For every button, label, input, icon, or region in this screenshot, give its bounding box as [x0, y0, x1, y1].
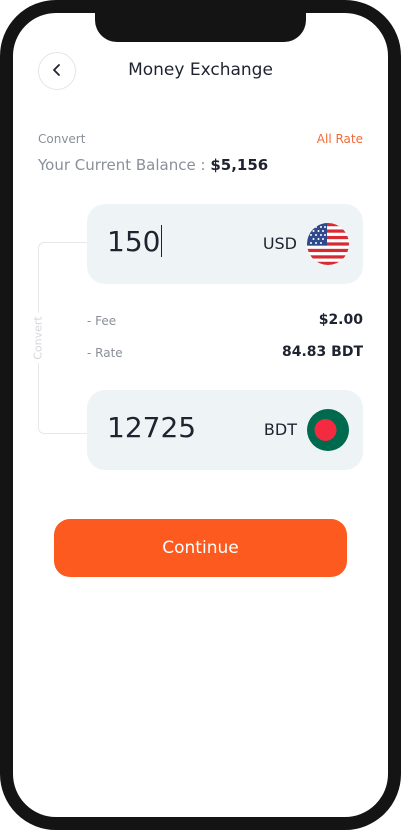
text-cursor [161, 225, 163, 257]
all-rate-link[interactable]: All Rate [317, 132, 363, 146]
rate-label: - Rate [87, 346, 123, 360]
from-currency-card[interactable]: 150 USD [87, 204, 363, 284]
to-amount-value[interactable]: 12725 [107, 411, 196, 444]
volume-down-button [0, 225, 4, 275]
fee-label: - Fee [87, 314, 117, 328]
balance-value: $5,156 [210, 156, 269, 174]
from-amount-value: 150 [107, 225, 161, 258]
volume-up-button [0, 160, 4, 210]
from-currency-code[interactable]: USD [263, 234, 297, 253]
to-currency-code[interactable]: BDT [264, 420, 297, 439]
us-flag-icon[interactable] [307, 223, 349, 265]
page-title: Money Exchange [128, 60, 273, 80]
from-amount-input[interactable]: 150 [107, 225, 163, 258]
phone-notch [95, 0, 306, 42]
power-button [397, 185, 401, 265]
convert-label: Convert [38, 132, 86, 146]
balance-label: Your Current Balance : [38, 156, 206, 174]
rate-value: 84.83 BDT [282, 344, 363, 360]
fee-value: $2.00 [318, 312, 363, 328]
current-balance: Your Current Balance : $5,156 [38, 156, 268, 174]
bracket-convert-label: Convert [27, 313, 49, 363]
continue-button[interactable]: Continue [54, 519, 347, 577]
bangladesh-flag-icon[interactable] [307, 409, 349, 451]
mute-switch [0, 100, 4, 130]
to-currency-card[interactable]: 12725 BDT [87, 390, 363, 470]
